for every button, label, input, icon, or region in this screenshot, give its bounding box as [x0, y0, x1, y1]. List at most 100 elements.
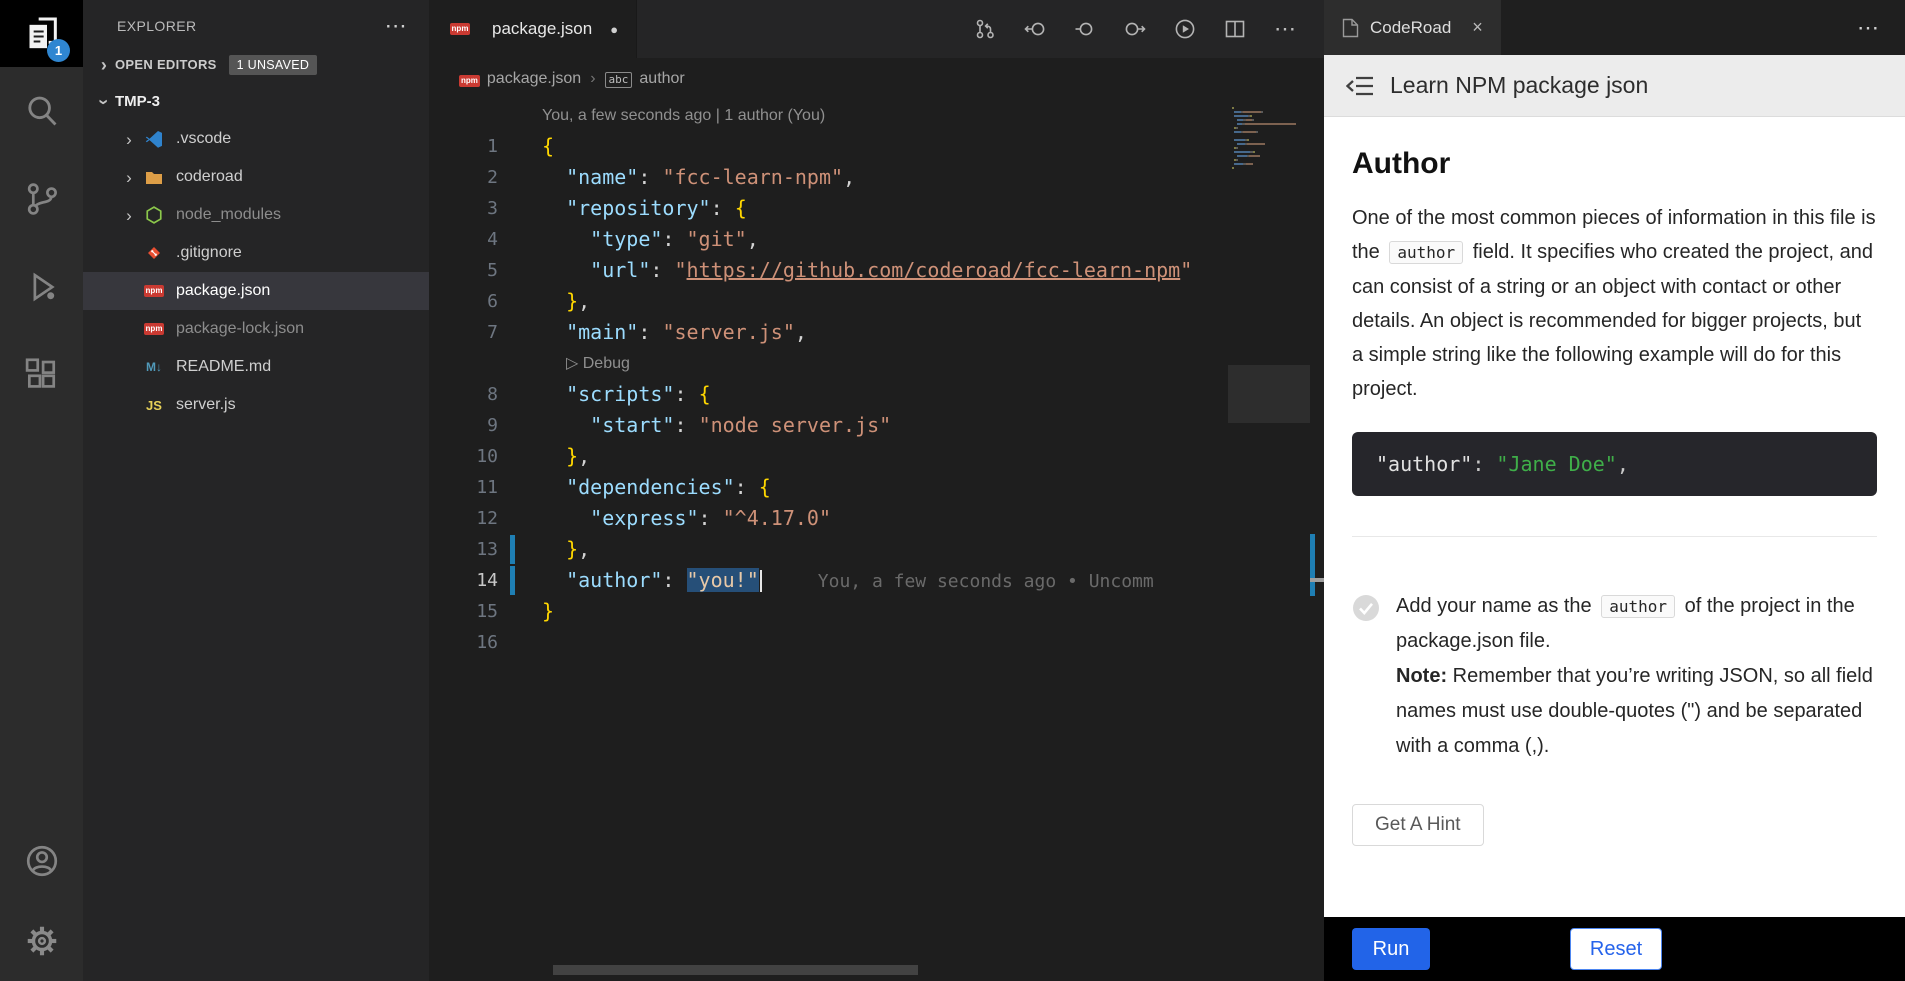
code-line-3[interactable]: 3 "repository": { — [429, 193, 1310, 224]
breadcrumb-item-package.json[interactable]: npmpackage.json — [459, 70, 581, 88]
abc-icon: abc — [605, 70, 633, 88]
more-actions-icon[interactable]: ⋯ — [1857, 15, 1879, 41]
webview-file-icon — [1342, 18, 1359, 38]
minimap[interactable] — [1232, 103, 1306, 175]
tree-item-coderoad[interactable]: ›coderoad — [83, 158, 429, 196]
line-number: 16 — [429, 627, 542, 658]
arrow-circle-left-icon[interactable] — [1022, 16, 1048, 42]
menu-fold-icon[interactable] — [1346, 74, 1374, 98]
sidebar-title: EXPLORER — [117, 18, 196, 34]
tree-item-README.md[interactable]: ›M↓README.md — [83, 348, 429, 386]
code-line-14[interactable]: 14 "author": "you!"You, a few seconds ag… — [429, 565, 1310, 596]
horizontal-scrollbar[interactable] — [429, 965, 1324, 975]
tree-item-node_modules[interactable]: › node_modules — [83, 196, 429, 234]
debug-codelens[interactable]: ▷ Debug — [429, 348, 1310, 379]
example-code-block: "author": "Jane Doe", — [1352, 432, 1877, 496]
code-line-12[interactable]: 12 "express": "^4.17.0" — [429, 503, 1310, 534]
settings-gear-icon[interactable] — [0, 901, 83, 981]
get-a-hint-button[interactable]: Get A Hint — [1352, 804, 1484, 846]
tree-item-package-lock.json[interactable]: ›npmpackage-lock.json — [83, 310, 429, 348]
section-title: Author — [1352, 147, 1877, 181]
line-number: 1 — [429, 131, 542, 162]
file-label: package.json — [176, 282, 270, 300]
file-label: server.js — [176, 396, 236, 414]
inline-code-chip: author — [1601, 595, 1675, 618]
line-number: 11 — [429, 472, 542, 503]
tab-label: package.json — [492, 19, 592, 39]
run-debug-icon[interactable] — [0, 243, 83, 331]
coderoad-panel: CodeRoad × ⋯ Learn NPM package json Auth… — [1324, 0, 1905, 981]
line-number: 3 — [429, 193, 542, 224]
chevron-right-icon: › — [590, 70, 595, 88]
minimap-slider[interactable] — [1228, 365, 1310, 423]
check-circle-icon — [1352, 594, 1380, 622]
code-line-1[interactable]: 1{ — [429, 131, 1310, 162]
chevron-right-icon: › — [93, 56, 115, 74]
line-number: 4 — [429, 224, 542, 255]
run-button[interactable]: Run — [1352, 928, 1430, 970]
scrollbar-thumb[interactable] — [553, 965, 918, 975]
breadcrumb-item-author[interactable]: abcauthor — [605, 70, 685, 88]
code-area[interactable]: You, a few seconds ago | 1 author (You)1… — [429, 100, 1310, 658]
panel-tab-bar: CodeRoad × ⋯ — [1324, 0, 1905, 55]
chevron-right-icon: › — [117, 131, 141, 148]
project-root-header[interactable]: › TMP-3 — [83, 83, 429, 120]
open-editors-header[interactable]: › OPEN EDITORS 1 UNSAVED — [83, 46, 429, 83]
file-label: node_modules — [176, 206, 281, 224]
editor-group: npm package.json ● — [429, 0, 1324, 981]
tree-item-server.js[interactable]: ›JSserver.js — [83, 386, 429, 424]
git-pull-request-icon[interactable] — [972, 16, 998, 42]
unsaved-badge: 1 UNSAVED — [229, 55, 318, 75]
source-control-icon[interactable] — [0, 155, 83, 243]
js-icon: JS — [141, 398, 167, 413]
tab-package-json[interactable]: npm package.json ● — [429, 0, 637, 58]
code-line-4[interactable]: 4 "type": "git", — [429, 224, 1310, 255]
task-text: Add your name as the author of the proje… — [1396, 589, 1877, 764]
code-line-8[interactable]: 8 "scripts": { — [429, 379, 1310, 410]
tab-coderoad[interactable]: CodeRoad × — [1324, 0, 1501, 55]
explorer-activity-item[interactable]: 1 — [0, 0, 83, 67]
code-line-9[interactable]: 9 "start": "node server.js" — [429, 410, 1310, 441]
more-actions-icon[interactable]: ⋯ — [1272, 16, 1298, 42]
code-line-13[interactable]: 13 }, — [429, 534, 1310, 565]
tree-item-package.json[interactable]: ›npmpackage.json — [83, 272, 429, 310]
editor-tab-bar: npm package.json ● — [429, 0, 1324, 58]
code-line-6[interactable]: 6 }, — [429, 286, 1310, 317]
npm-icon: npm — [447, 23, 473, 35]
code-line-10[interactable]: 10 }, — [429, 441, 1310, 472]
code-line-2[interactable]: 2 "name": "fcc-learn-npm", — [429, 162, 1310, 193]
line-number: 15 — [429, 596, 542, 627]
reset-button[interactable]: Reset — [1570, 928, 1662, 970]
line-number: 10 — [429, 441, 542, 472]
chevron-right-icon: › — [117, 207, 141, 224]
code-line-16[interactable]: 16 — [429, 627, 1310, 658]
overview-ruler — [1310, 100, 1324, 951]
editor-actions: ⋯ — [972, 0, 1298, 58]
task-item: Add your name as the author of the proje… — [1352, 589, 1877, 764]
line-number: 14 — [429, 565, 542, 596]
close-icon[interactable]: × — [1472, 17, 1483, 38]
explorer-badge: 1 — [47, 39, 70, 62]
line-number: 13 — [429, 534, 542, 565]
tree-item-.vscode[interactable]: ›.vscode — [83, 120, 429, 158]
authors-codelens[interactable]: You, a few seconds ago | 1 author (You) — [429, 100, 1310, 131]
code-line-7[interactable]: 7 "main": "server.js", — [429, 317, 1310, 348]
explorer-sidebar: EXPLORER ⋯ › OPEN EDITORS 1 UNSAVED › TM… — [83, 0, 429, 981]
play-circle-icon[interactable] — [1172, 16, 1198, 42]
vscode-window: 1 — [0, 0, 1905, 981]
circle-dash-icon[interactable] — [1072, 16, 1098, 42]
code-line-11[interactable]: 11 "dependencies": { — [429, 472, 1310, 503]
split-editor-icon[interactable] — [1222, 16, 1248, 42]
more-actions-icon[interactable]: ⋯ — [385, 13, 407, 39]
code-line-5[interactable]: 5 "url": "https://github.com/coderoad/fc… — [429, 255, 1310, 286]
arrow-circle-right-icon[interactable] — [1122, 16, 1148, 42]
account-icon[interactable] — [0, 821, 83, 901]
dirty-dot-icon[interactable]: ● — [610, 22, 618, 37]
panel-tab-label: CodeRoad — [1370, 18, 1451, 38]
activity-bar: 1 — [0, 0, 83, 981]
search-icon[interactable] — [0, 67, 83, 155]
npm-icon: npm — [141, 323, 167, 335]
extensions-icon[interactable] — [0, 331, 83, 419]
code-line-15[interactable]: 15} — [429, 596, 1310, 627]
tree-item-.gitignore[interactable]: ›.gitignore — [83, 234, 429, 272]
